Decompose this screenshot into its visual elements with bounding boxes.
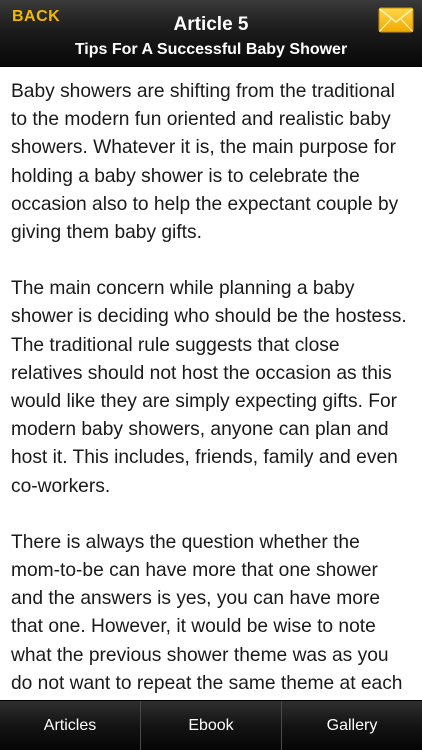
nav-header: BACK Article 5 Tips For A Successful Bab… [0, 0, 422, 67]
article-paragraph: There is always the question whether the… [11, 531, 403, 694]
article-body: Baby showers are shifting from the tradi… [0, 66, 422, 700]
email-button[interactable] [378, 7, 414, 33]
bottom-tab-bar: Articles Ebook Gallery [0, 700, 422, 750]
tab-gallery[interactable]: Gallery [281, 701, 422, 750]
tab-ebook[interactable]: Ebook [140, 701, 281, 750]
envelope-icon [378, 7, 414, 33]
article-subtitle: Tips For A Successful Baby Shower [74, 41, 348, 58]
article-content[interactable]: Baby showers are shifting from the tradi… [0, 66, 422, 700]
article-paragraph: The main concern while planning a baby s… [11, 278, 407, 497]
page-title: Article 5 [173, 14, 249, 35]
tab-articles[interactable]: Articles [0, 701, 140, 750]
article-paragraph: Baby showers are shifting from the tradi… [11, 81, 399, 244]
